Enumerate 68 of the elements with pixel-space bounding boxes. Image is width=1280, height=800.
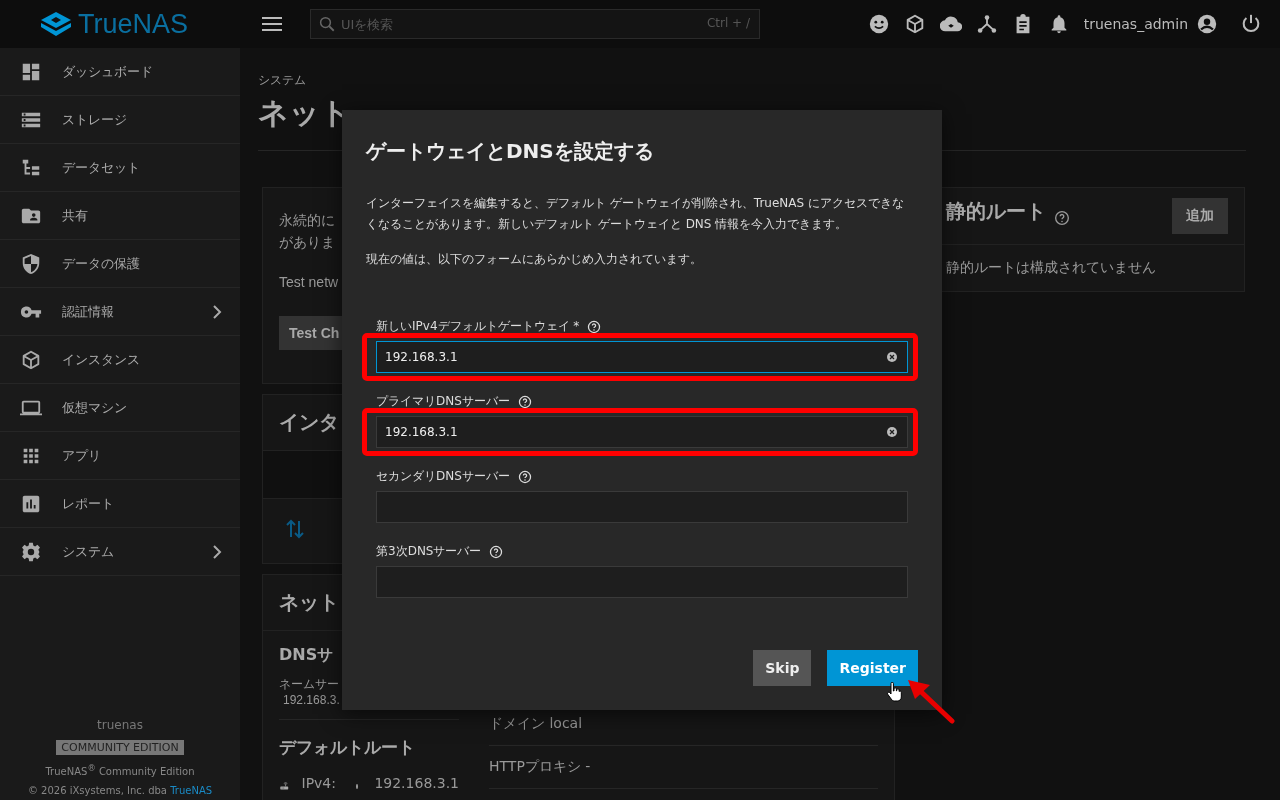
input-field[interactable]: 192.168.3.1 — [376, 416, 908, 448]
clear-icon[interactable] — [886, 351, 898, 363]
card-text: Test netw — [279, 274, 339, 290]
user-avatar-icon[interactable] — [1196, 13, 1218, 35]
logo-icon — [40, 11, 72, 37]
add-button[interactable]: 追加 — [1172, 198, 1228, 234]
sidebar-item[interactable]: インスタンス — [0, 336, 240, 384]
sidebar-item[interactable]: ダッシュボード — [0, 48, 240, 96]
field-value: 192.168.3. — [282, 693, 341, 707]
proxy-text: HTTPプロキシ - — [489, 758, 591, 776]
card-text: 永続的に — [279, 212, 335, 230]
sidebar-item[interactable]: 共有 — [0, 192, 240, 240]
skip-button[interactable]: Skip — [753, 650, 812, 686]
arrow-icon — [906, 678, 956, 724]
empty-state-text: 静的ルートは構成されていません — [945, 258, 1157, 277]
sidebar-item[interactable]: データセット — [0, 144, 240, 192]
chevron-right-icon — [212, 304, 222, 319]
network-icon[interactable] — [975, 13, 998, 35]
card-title: ネット — [278, 589, 340, 616]
section-heading: DNSサ — [279, 645, 335, 666]
bullet-icon — [356, 783, 359, 789]
input-field[interactable]: 192.168.3.1 — [376, 341, 908, 373]
sidebar-item[interactable]: 仮想マシン — [0, 384, 240, 432]
input-field[interactable] — [376, 491, 908, 523]
field-label: プライマリDNSサーバー — [376, 393, 510, 410]
sidebar-item[interactable]: システム — [0, 528, 240, 576]
input-field[interactable] — [376, 566, 908, 598]
gear-icon — [20, 540, 42, 563]
card-title: インタ — [278, 409, 340, 436]
domain-text: ドメイン local — [489, 715, 583, 733]
username[interactable]: truenas_admin — [1083, 16, 1188, 32]
sidebar-item[interactable]: アプリ — [0, 432, 240, 480]
card-text: がありま — [279, 234, 335, 252]
hand-cursor-icon — [886, 682, 902, 702]
sidebar-item[interactable]: レポート — [0, 480, 240, 528]
field-label: セカンダリDNSサーバー — [376, 468, 510, 485]
dialog-title: ゲートウェイとDNSを設定する — [366, 138, 655, 165]
shield-icon — [20, 252, 42, 275]
page-title: ネット — [258, 94, 352, 132]
field-value: 192.168.3.1 — [374, 775, 459, 791]
field-label: 第3次DNSサーバー — [376, 543, 482, 560]
sidebar-item[interactable]: データの保護 — [0, 240, 240, 288]
dialog-text: インターフェイスを編集すると、デフォルト ゲートウェイが削除され、TrueNAS にアクセスできなくなることがあります。新しいデフォルト ゲートウェイと DNS 情報を今入力できます。 — [366, 195, 905, 233]
hostname: truenas — [97, 717, 143, 732]
field-label: 新しいIPv4デフォルトゲートウェイ * — [376, 318, 580, 335]
sidebar-item[interactable]: 認証情報 — [0, 288, 240, 336]
up-down-arrows-icon — [285, 517, 305, 541]
truenas-link[interactable]: TrueNAS — [170, 785, 213, 796]
search-icon — [318, 15, 336, 33]
help-icon[interactable] — [1054, 210, 1070, 226]
menu-icon[interactable] — [262, 17, 282, 31]
smiley-icon[interactable] — [867, 13, 890, 35]
breadcrumb[interactable]: システム — [258, 72, 1246, 89]
field-label: IPv4: — [301, 775, 336, 791]
clear-icon[interactable] — [886, 426, 898, 438]
section-heading: デフォルトルート — [279, 736, 416, 759]
sidebar-item[interactable]: ストレージ — [0, 96, 240, 144]
product-text: TrueNAS$^{®}$ Community Edition — [45, 762, 195, 777]
card-title: 静的ルート — [946, 198, 1046, 225]
dialog-text: 現在の値は、以下のフォームにあらかじめ入力されています。 — [366, 251, 703, 268]
copyright-text: © 2026 iXsystems, Inc. dba — [27, 785, 167, 796]
cube-icon — [20, 348, 42, 371]
logo-text: TrueNAS — [78, 8, 189, 40]
field-label: ネームサー — [279, 676, 340, 693]
edition-badge: COMMUNITY EDITION — [56, 739, 184, 755]
power-icon[interactable] — [1240, 13, 1262, 35]
chevron-right-icon — [212, 544, 222, 559]
shortcut-hint: Ctrl + / — [706, 16, 750, 30]
